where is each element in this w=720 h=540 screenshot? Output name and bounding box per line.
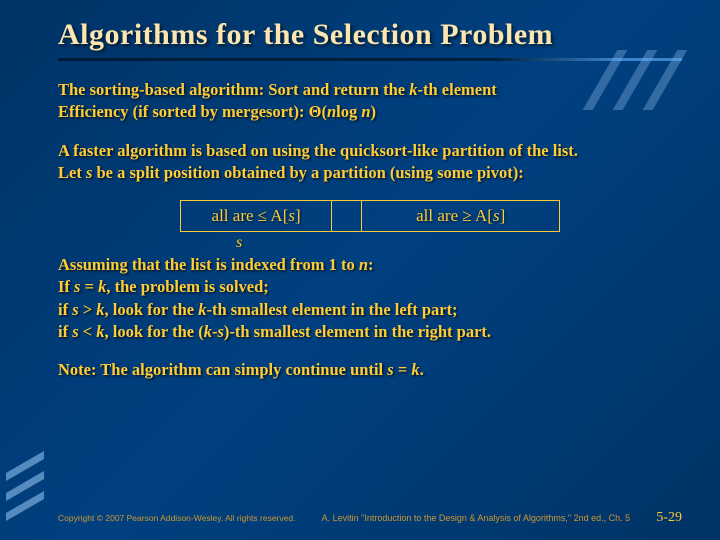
partition-left-cell: all are ≤ A[s] — [181, 201, 332, 231]
partition-right-cell: all are ≥ A[s] — [362, 201, 559, 231]
paragraph-note: Note: The algorithm can simply continue … — [58, 359, 682, 381]
title-underline — [58, 58, 682, 61]
slide-content: Algorithms for the Selection Problem The… — [0, 0, 720, 540]
partition-pivot-cell — [332, 201, 362, 231]
footer-copyright: Copyright © 2007 Pearson Addison-Wesley.… — [58, 513, 295, 523]
partition-s-label: s — [58, 234, 682, 252]
paragraph-cases: Assuming that the list is indexed from 1… — [58, 254, 682, 343]
slide-title: Algorithms for the Selection Problem — [58, 18, 682, 52]
slide-footer: Copyright © 2007 Pearson Addison-Wesley.… — [58, 510, 682, 526]
footer-attribution: A. Levitin "Introduction to the Design &… — [322, 513, 631, 523]
partition-diagram: all are ≤ A[s] all are ≥ A[s] — [180, 200, 560, 232]
paragraph-faster-algorithm: A faster algorithm is based on using the… — [58, 140, 682, 185]
footer-page-number: 5-29 — [656, 510, 682, 526]
paragraph-sorting-based: The sorting-based algorithm: Sort and re… — [58, 79, 682, 124]
